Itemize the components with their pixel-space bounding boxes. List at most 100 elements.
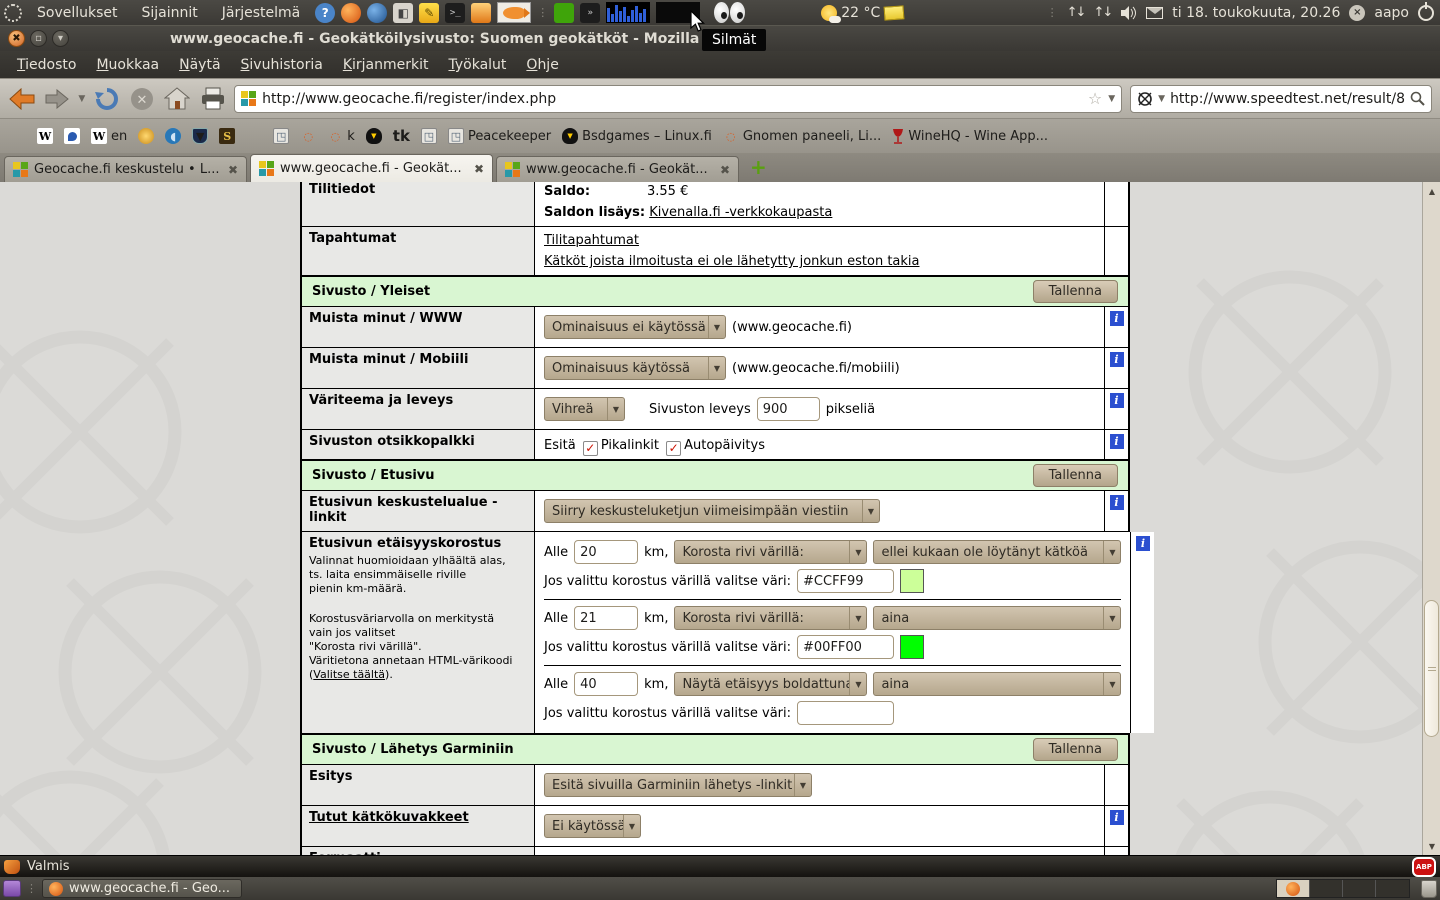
terminal-launcher-icon[interactable]: >_ (445, 3, 465, 23)
sticky-notes-icon[interactable] (884, 5, 905, 20)
search-engine-icon[interactable] (1137, 91, 1153, 107)
bookmark-item[interactable]: WineHQ - Wine App... (892, 128, 1048, 144)
gftp-launcher-icon[interactable] (471, 3, 491, 23)
workspace-4[interactable] (1376, 880, 1409, 897)
mode-select-3[interactable]: Näytä etäisyys boldattuna▼ (674, 672, 867, 696)
search-text[interactable]: http://www.speedtest.net/result/8 (1170, 91, 1405, 107)
kuvakkeet-select[interactable]: Ei käytössä▼ (544, 814, 641, 838)
window-list-icon[interactable] (3, 880, 21, 897)
stop-button[interactable]: ✕ (129, 85, 156, 113)
info-icon[interactable]: i (1110, 352, 1124, 367)
history-dropdown-icon[interactable]: ▼ (78, 94, 85, 104)
messages-indicator-icon[interactable] (1146, 7, 1163, 19)
reload-button[interactable] (93, 85, 120, 113)
user-name[interactable]: aapo (1374, 5, 1409, 21)
bookmark-item[interactable] (64, 128, 80, 144)
user-menu-icon[interactable]: × (1349, 5, 1365, 21)
mode-select-1[interactable]: Korosta rivi värillä:▼ (674, 540, 867, 564)
when-select-2[interactable]: aina▼ (873, 606, 1121, 630)
katkot-esto-link[interactable]: Kätköt joista ilmoitusta ei ole lähetytt… (544, 254, 919, 269)
tab-geocache-2[interactable]: www.geocache.fi - Geokät... ✖ (496, 156, 739, 182)
bookmark-item[interactable] (10, 128, 26, 144)
color-input-3[interactable] (797, 701, 894, 725)
power-icon[interactable] (1418, 5, 1434, 21)
scroll-up-icon[interactable]: ▲ (1423, 184, 1440, 198)
network-monitor-icon-2[interactable]: ↑↓ (1093, 5, 1111, 20)
url-bar[interactable]: http://www.geocache.fi/register/index.ph… (234, 85, 1122, 113)
taskbar-firefox-button[interactable]: www.geocache.fi - Geo... (42, 879, 242, 898)
mode-select-2[interactable]: Korosta rivi värillä:▼ (674, 606, 867, 630)
info-icon[interactable]: i (1110, 810, 1124, 825)
kuvakkeet-link[interactable]: Tutut kätkökuvakkeet (309, 810, 469, 825)
weather-applet[interactable]: 22 °C (821, 5, 904, 21)
km-input-1[interactable] (574, 540, 638, 564)
workspace-1[interactable] (1277, 880, 1310, 897)
forward-button[interactable] (43, 85, 70, 113)
menu-kirjanmerkit[interactable]: Kirjanmerkit (334, 54, 438, 76)
tab-close-icon[interactable]: ✖ (228, 163, 238, 177)
bookmark-item[interactable]: ◌ (300, 128, 316, 144)
bookmark-item[interactable]: ▼ (192, 128, 208, 144)
fish-applet[interactable] (497, 2, 531, 23)
help-icon[interactable]: ? (315, 3, 335, 23)
url-text[interactable]: http://www.geocache.fi/register/index.ph… (262, 91, 1082, 107)
ubuntu-menu-icon[interactable] (4, 4, 22, 22)
info-icon[interactable]: i (1110, 495, 1124, 510)
bookmark-item[interactable]: W (37, 128, 53, 144)
tab-close-icon[interactable]: ✖ (720, 163, 730, 177)
leveys-input[interactable] (757, 397, 820, 421)
adblock-plus-icon[interactable]: ABP (1412, 857, 1436, 877)
window-minimize-button[interactable]: ▫ (30, 30, 47, 47)
scrollbar-thumb[interactable] (1424, 600, 1439, 737)
esitys-select[interactable]: Esitä sivuilla Garminiin lähetys -linkit… (544, 773, 812, 797)
url-dropdown-icon[interactable]: ▼ (1108, 94, 1115, 104)
green-monitor-applet[interactable] (554, 3, 574, 23)
menu-ohje[interactable]: Ohje (517, 54, 567, 76)
search-go-icon[interactable] (1410, 91, 1425, 106)
trash-icon[interactable] (1421, 880, 1437, 898)
color-input-1[interactable] (797, 569, 894, 593)
bookmark-item[interactable] (246, 128, 262, 144)
window-maximize-button[interactable]: ▾ (52, 30, 69, 47)
tilitapahtumat-link[interactable]: Tilitapahtumat (544, 233, 639, 248)
tab-close-icon[interactable]: ✖ (474, 162, 484, 176)
workspace-3[interactable] (1343, 880, 1376, 897)
bookmark-item[interactable] (138, 128, 154, 144)
autopaivitys-checkbox[interactable]: ✓ (666, 441, 681, 456)
save-button-etusivu[interactable]: Tallenna (1033, 464, 1118, 487)
info-icon[interactable]: i (1110, 434, 1124, 449)
km-input-3[interactable] (574, 672, 638, 696)
bookmark-item[interactable]: Wen (91, 128, 127, 144)
clock-applet[interactable]: ti 18. toukokuuta, 20.26 (1172, 5, 1340, 21)
bookmark-item[interactable]: ◌Gnomen paneeli, Li... (723, 128, 882, 144)
when-select-3[interactable]: aina▼ (873, 672, 1121, 696)
variteema-select[interactable]: Vihreä▼ (544, 397, 625, 421)
bookmark-item[interactable]: ◳ (421, 128, 437, 144)
bookmark-item[interactable]: ▼Bsdgames – Linux.fi (562, 128, 712, 144)
pikalinkit-checkbox[interactable]: ✓ (583, 441, 598, 456)
new-tab-button[interactable]: + (750, 155, 767, 179)
print-button[interactable] (199, 85, 226, 113)
info-icon[interactable]: i (1110, 311, 1124, 326)
save-button-yleiset[interactable]: Tallenna (1033, 280, 1118, 303)
menu-sivuhistoria[interactable]: Sivuhistoria (232, 54, 332, 76)
info-icon[interactable]: i (1110, 393, 1124, 408)
tab-keskustelu[interactable]: Geocache.fi keskustelu • L... ✖ (4, 156, 247, 182)
search-bar[interactable]: ▼ http://www.speedtest.net/result/8 (1130, 85, 1432, 113)
bookmark-item[interactable]: tk (393, 127, 410, 145)
info-icon[interactable]: i (1136, 536, 1150, 551)
kivenalla-link[interactable]: Kivenalla.fi -verkkokaupasta (649, 205, 832, 220)
tab-geocache-active[interactable]: www.geocache.fi - Geokät... ✖ (250, 154, 493, 182)
gedit-launcher-icon[interactable]: ✎ (419, 3, 439, 23)
menu-tiedosto[interactable]: Tiedosto (8, 54, 85, 76)
when-select-1[interactable]: ellei kukaan ole löytänyt kätköä▼ (873, 540, 1121, 564)
bookmark-item[interactable]: ◳Peacekeeper (448, 128, 551, 144)
back-button[interactable] (8, 85, 35, 113)
terminal-applet-icon[interactable]: » (580, 3, 600, 23)
network-monitor-icon[interactable]: ↑↓ (1067, 5, 1085, 20)
menu-sijainnit[interactable]: Sijainnit (133, 5, 207, 21)
bookmark-star-icon[interactable]: ☆ (1088, 89, 1102, 108)
menu-nayta[interactable]: Näytä (170, 54, 229, 76)
keskustelualue-select[interactable]: Siirry keskusteluketjun viimeisimpään vi… (544, 499, 880, 523)
workspace-2[interactable] (1310, 880, 1343, 897)
